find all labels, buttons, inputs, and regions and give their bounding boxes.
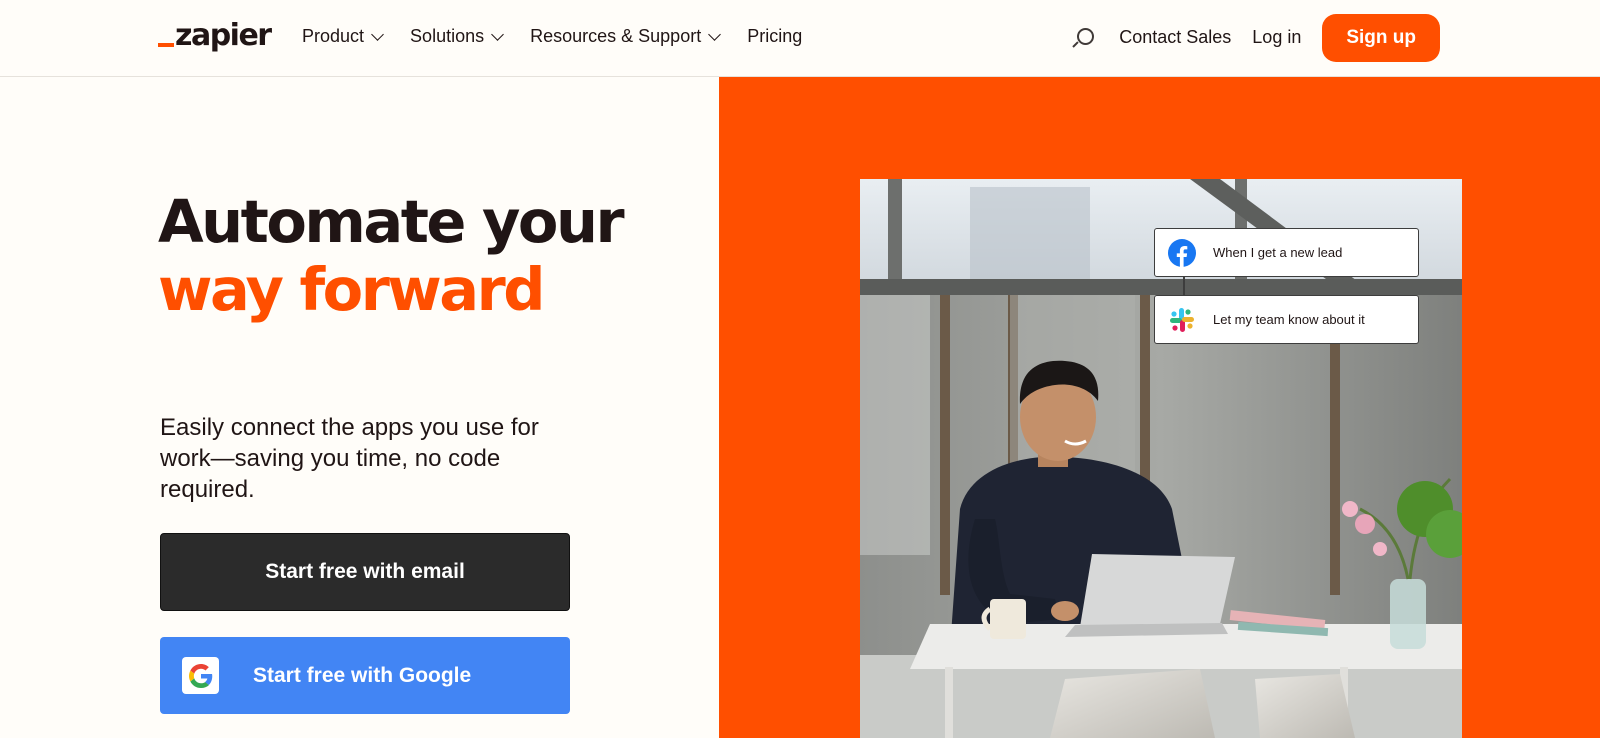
- contact-sales-link[interactable]: Contact Sales: [1119, 27, 1231, 48]
- hero-title-line1: Automate your: [158, 187, 625, 256]
- logo-text: zapier: [175, 18, 272, 53]
- hero-subtitle: Easily connect the apps you use for work…: [160, 414, 539, 503]
- google-button-label: Start free with Google: [253, 663, 472, 687]
- logo-underscore: [158, 43, 174, 47]
- nav-product-label: Product: [302, 26, 365, 46]
- chevron-down-icon: [491, 27, 504, 41]
- hero-title: Automate your way forward: [158, 187, 625, 324]
- facebook-icon: [1167, 238, 1197, 268]
- chevron-down-icon: [708, 27, 722, 41]
- start-free-email-button[interactable]: Start free with email: [160, 533, 570, 611]
- nav-pricing-label: Pricing: [747, 26, 803, 46]
- start-free-google-button[interactable]: Start free with Google: [160, 637, 570, 714]
- nav-solutions-label: Solutions: [410, 26, 485, 46]
- action-text: Let my team know about it: [1213, 312, 1365, 327]
- search-icon-handle: [1072, 40, 1079, 48]
- hero-title-line2: way forward: [158, 255, 545, 324]
- workflow-trigger-card: When I get a new lead: [1154, 228, 1419, 277]
- search-icon[interactable]: [1072, 27, 1095, 49]
- nav-pricing[interactable]: Pricing: [747, 26, 802, 47]
- log-in-link[interactable]: Log in: [1252, 27, 1301, 48]
- nav-solutions[interactable]: Solutions: [410, 26, 504, 47]
- search-icon-ring: [1077, 27, 1095, 45]
- trigger-text: When I get a new lead: [1213, 245, 1343, 260]
- chevron-down-icon: [371, 27, 384, 41]
- main-nav: Product Solutions Resources & Support Pr…: [302, 26, 830, 47]
- header-actions: Contact Sales Log in Sign up: [1072, 13, 1440, 62]
- nav-product[interactable]: Product: [302, 26, 384, 47]
- workflow-connector: [1183, 277, 1185, 295]
- nav-resources-support[interactable]: Resources & Support: [530, 26, 722, 47]
- slack-icon: [1167, 305, 1197, 335]
- google-icon: [182, 657, 219, 694]
- workflow-action-card: Let my team know about it: [1154, 295, 1419, 344]
- top-navigation-bar: zapier Product Solutions Resources & Sup…: [0, 0, 1600, 77]
- sign-up-button[interactable]: Sign up: [1322, 13, 1440, 62]
- zapier-logo[interactable]: zapier: [158, 18, 272, 54]
- nav-resources-label: Resources & Support: [530, 26, 702, 46]
